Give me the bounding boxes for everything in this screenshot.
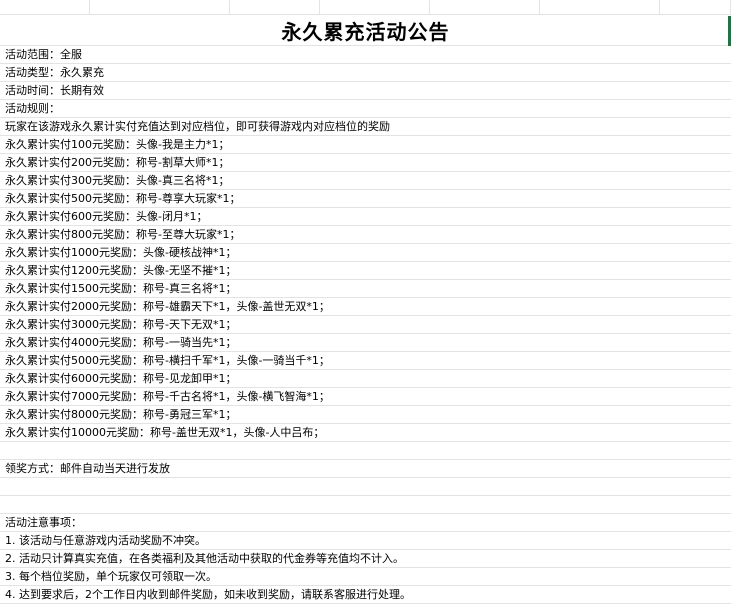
tier-row[interactable]: 永久累计实付5000元奖励：称号-横扫千军*1，头像-一骑当千*1； <box>0 352 731 370</box>
note-row[interactable]: 1. 该活动与任意游戏内活动奖励不冲突。 <box>0 532 731 550</box>
note-row[interactable]: 3. 每个档位奖励，单个玩家仅可领取一次。 <box>0 568 731 586</box>
note-row[interactable]: 2. 活动只计算真实充值，在各类福利及其他活动中获取的代金券等充值均不计入。 <box>0 550 731 568</box>
tier-row[interactable]: 永久累计实付500元奖励：称号-尊享大玩家*1； <box>0 190 731 208</box>
tier-row[interactable]: 永久累计实付2000元奖励：称号-雄霸天下*1，头像-盖世无双*1； <box>0 298 731 316</box>
tier-row[interactable]: 永久累计实付8000元奖励：称号-勇冠三军*1； <box>0 406 731 424</box>
tier-row[interactable]: 永久累计实付600元奖励：头像-闭月*1； <box>0 208 731 226</box>
empty-row[interactable] <box>0 478 731 496</box>
cell[interactable] <box>0 0 90 15</box>
tier-row[interactable]: 永久累计实付1500元奖励：称号-真三名将*1； <box>0 280 731 298</box>
cell[interactable] <box>540 0 660 15</box>
tier-row[interactable]: 永久累计实付100元奖励：头像-我是主力*1； <box>0 136 731 154</box>
claim-method[interactable]: 领奖方式：邮件自动当天进行发放 <box>0 460 731 478</box>
empty-row[interactable] <box>0 496 731 514</box>
tier-row[interactable]: 永久累计实付6000元奖励：称号-见龙卸甲*1； <box>0 370 731 388</box>
tier-row[interactable]: 永久累计实付4000元奖励：称号-一骑当先*1； <box>0 334 731 352</box>
tier-row[interactable]: 永久累计实付7000元奖励：称号-千古名将*1，头像-横飞智海*1； <box>0 388 731 406</box>
title-cell[interactable]: 永久累充活动公告 <box>0 16 731 46</box>
info-type[interactable]: 活动类型：永久累充 <box>0 64 731 82</box>
cell[interactable] <box>320 0 430 15</box>
tier-row[interactable]: 永久累计实付10000元奖励：称号-盖世无双*1，头像-人中吕布； <box>0 424 731 442</box>
info-time[interactable]: 活动时间：长期有效 <box>0 82 731 100</box>
page-title: 永久累充活动公告 <box>281 20 450 44</box>
tier-row[interactable]: 永久累计实付800元奖励：称号-至尊大玩家*1； <box>0 226 731 244</box>
cell[interactable] <box>230 0 320 15</box>
cell[interactable] <box>90 0 230 15</box>
info-scope[interactable]: 活动范围：全服 <box>0 46 731 64</box>
empty-row[interactable] <box>0 442 731 460</box>
tier-row[interactable]: 永久累计实付200元奖励：称号-割草大师*1； <box>0 154 731 172</box>
top-cell-row <box>0 0 731 16</box>
tier-row[interactable]: 永久累计实付1200元奖励：头像-无坚不摧*1； <box>0 262 731 280</box>
content-rows: 活动范围：全服 活动类型：永久累充 活动时间：长期有效 活动规则： 玩家在该游戏… <box>0 46 731 604</box>
cell[interactable] <box>430 0 540 15</box>
cell[interactable] <box>660 0 731 15</box>
notes-heading[interactable]: 活动注意事项： <box>0 514 731 532</box>
tier-row[interactable]: 永久累计实付3000元奖励：称号-天下无双*1； <box>0 316 731 334</box>
spreadsheet: 永久累充活动公告 活动范围：全服 活动类型：永久累充 活动时间：长期有效 活动规… <box>0 0 731 604</box>
tier-row[interactable]: 永久累计实付300元奖励：头像-真三名将*1； <box>0 172 731 190</box>
tier-row[interactable]: 永久累计实付1000元奖励：头像-硬核战神*1； <box>0 244 731 262</box>
rules-intro[interactable]: 玩家在该游戏永久累计实付充值达到对应档位，即可获得游戏内对应档位的奖励 <box>0 118 731 136</box>
rules-heading[interactable]: 活动规则： <box>0 100 731 118</box>
note-row[interactable]: 4. 达到要求后，2个工作日内收到邮件奖励，如未收到奖励，请联系客服进行处理。 <box>0 586 731 604</box>
